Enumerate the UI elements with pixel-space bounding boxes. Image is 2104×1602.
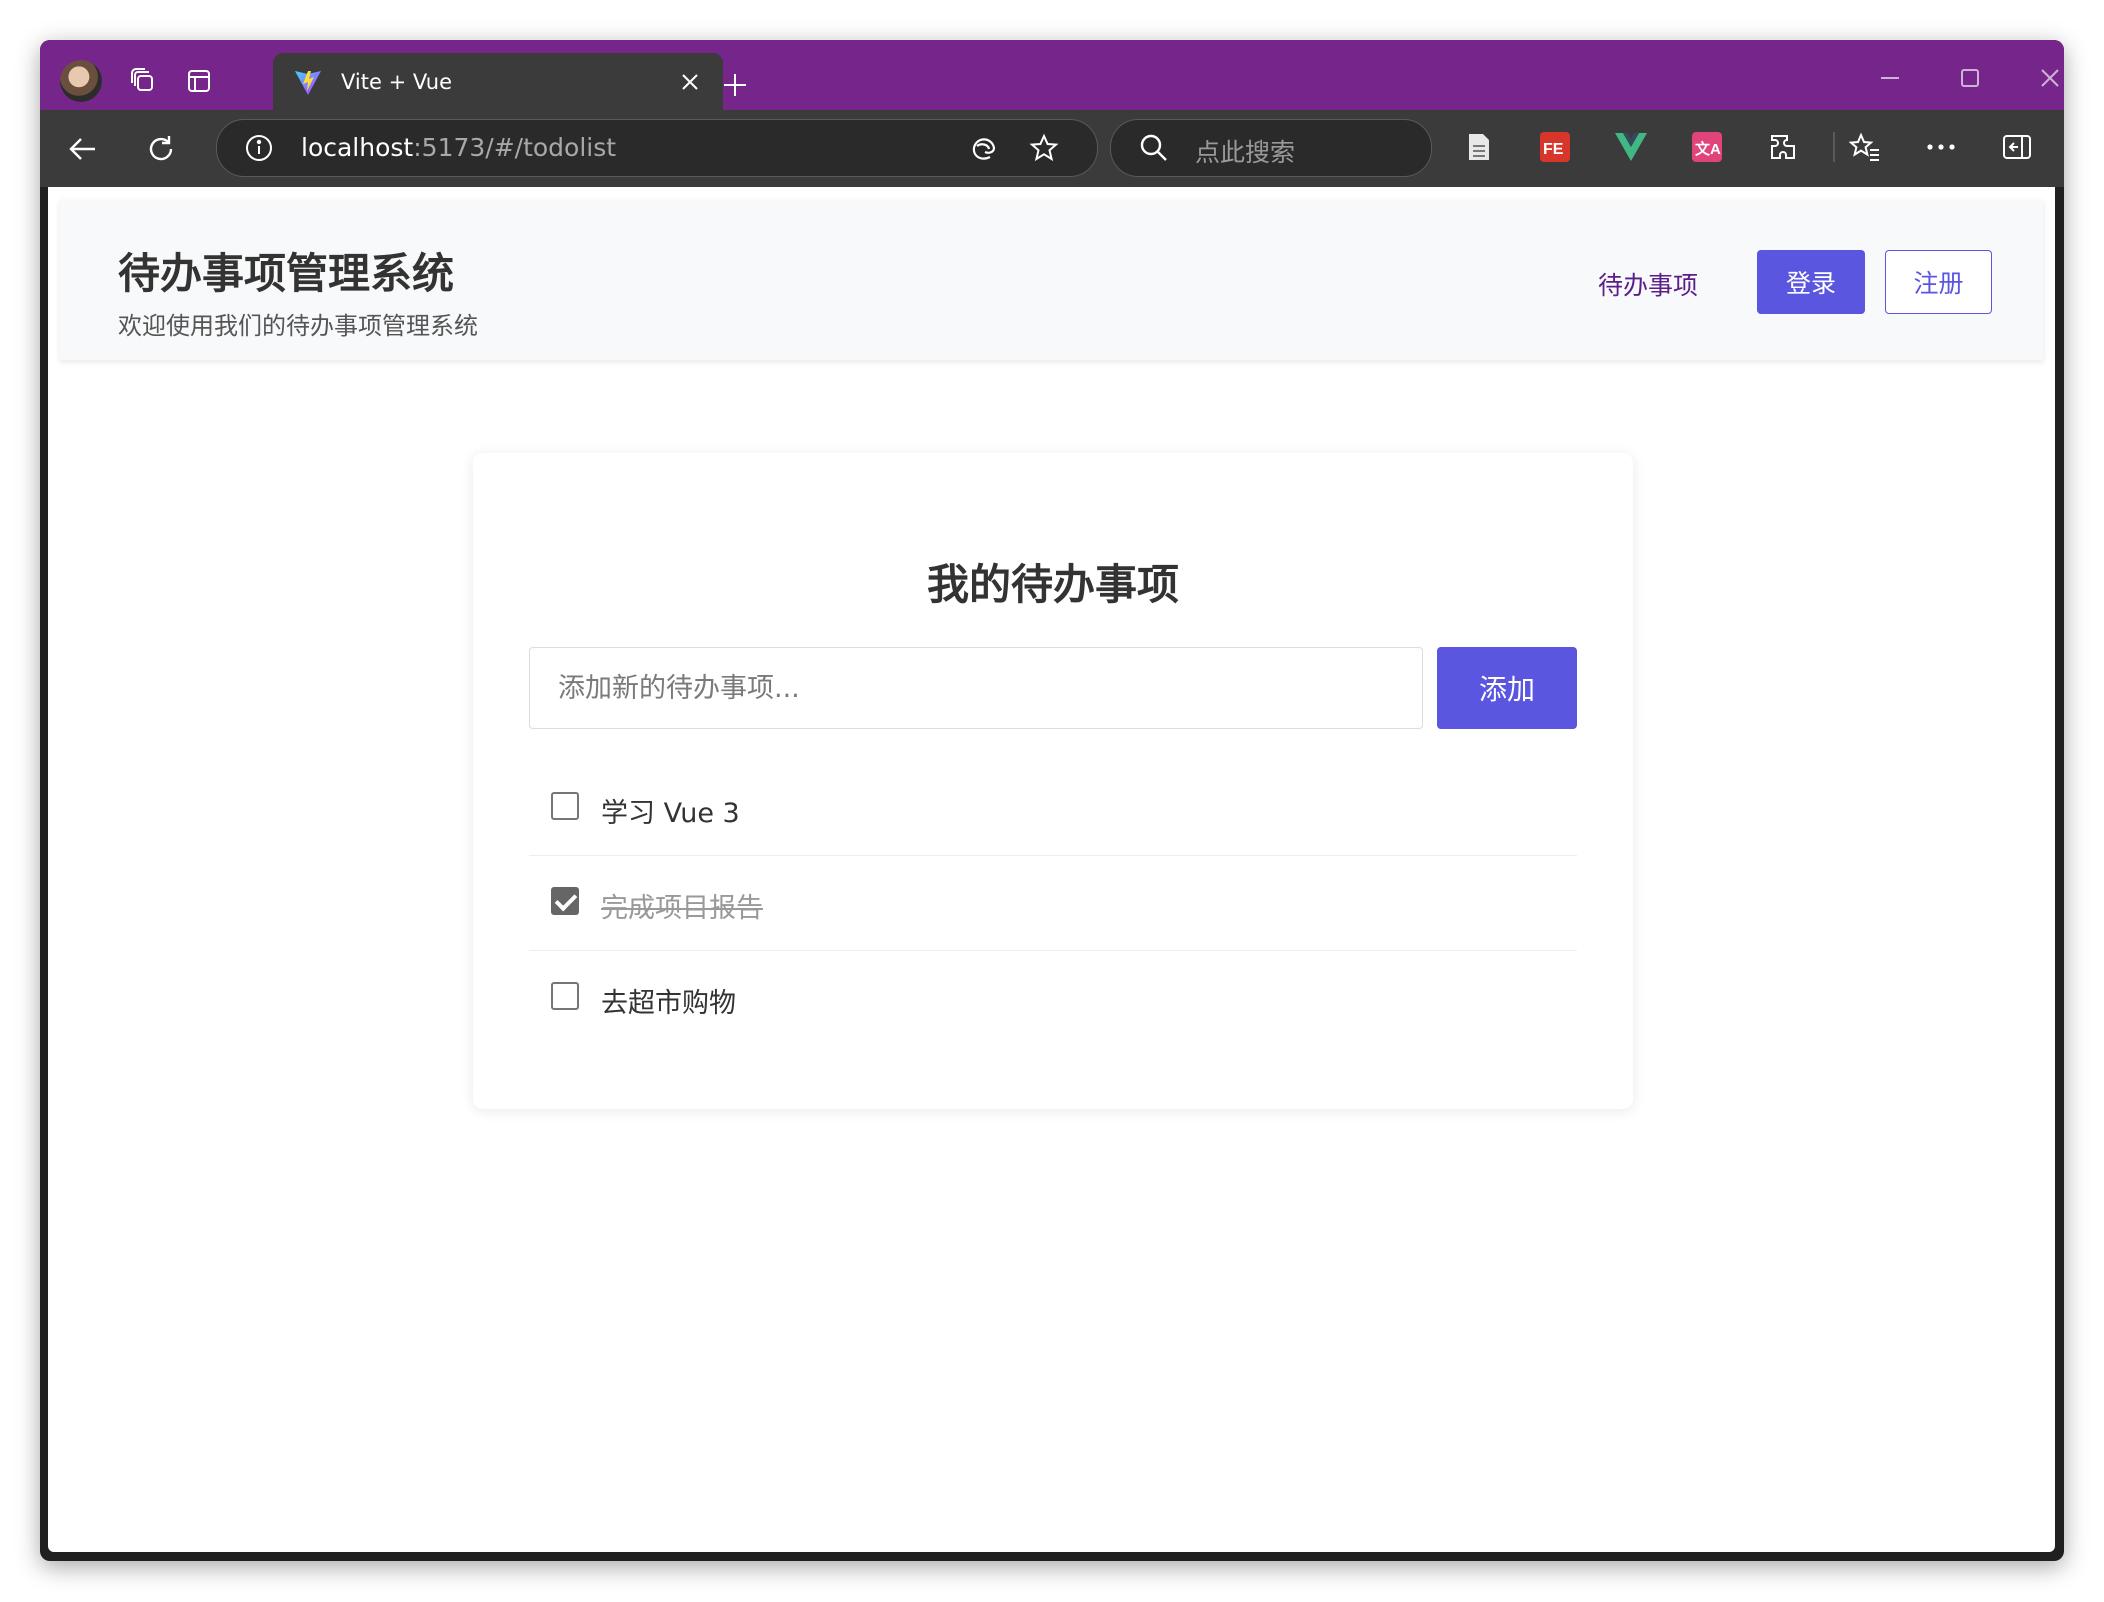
maximize-icon[interactable] (1950, 58, 1990, 98)
page-viewport: 待办事项管理系统 欢迎使用我们的待办事项管理系统 待办事项 登录 注册 我的待办… (48, 187, 2055, 1552)
app-title: 待办事项管理系统 (118, 249, 455, 298)
todo-text: 学习 Vue 3 (601, 798, 740, 829)
profile-avatar[interactable] (60, 60, 102, 102)
site-info-icon[interactable] (245, 134, 273, 162)
app-header: 待办事项管理系统 欢迎使用我们的待办事项管理系统 待办事项 登录 注册 (60, 200, 2043, 360)
workspaces-icon[interactable] (128, 66, 158, 96)
url-text[interactable]: localhost:5173/#/todolist (301, 133, 616, 162)
edge-icon[interactable] (969, 133, 999, 163)
todo-card: 我的待办事项 添加 学习 Vue 3 完成项目报告 去超市购物 (473, 453, 1633, 1109)
search-placeholder: 点此搜索 (1195, 138, 1296, 167)
new-todo-input[interactable] (529, 647, 1423, 729)
favorite-star-icon[interactable] (1029, 133, 1059, 163)
todo-item: 去超市购物 (529, 951, 1577, 1045)
nav-link-todos[interactable]: 待办事项 (1598, 266, 1698, 302)
browser-window: Vite + Vue localhost:5173/#/todolist 点此搜… (40, 40, 2064, 1561)
search-icon (1140, 134, 1167, 161)
tab-active[interactable]: Vite + Vue (273, 53, 723, 110)
search-box[interactable]: 点此搜索 (1110, 119, 1432, 177)
minimize-icon[interactable] (1870, 58, 1910, 98)
todo-title: 我的待办事项 (926, 560, 1179, 609)
address-bar[interactable]: localhost:5173/#/todolist (216, 119, 1098, 177)
url-host: localhost (301, 133, 414, 162)
todo-checkbox[interactable] (551, 982, 579, 1010)
todo-item: 学习 Vue 3 (529, 761, 1577, 856)
fe-extension-icon[interactable]: FE (1538, 130, 1572, 164)
register-button[interactable]: 注册 (1885, 250, 1992, 314)
todo-item: 完成项目报告 (529, 856, 1577, 951)
reading-view-icon[interactable] (1462, 130, 1496, 164)
todo-checkbox[interactable] (551, 887, 579, 915)
vite-icon (295, 70, 321, 95)
todo-text: 完成项目报告 (601, 893, 763, 924)
browser-toolbar: localhost:5173/#/todolist 点此搜索 FE 文A (40, 110, 2064, 187)
new-tab-icon[interactable] (712, 62, 758, 108)
close-window-icon[interactable] (2030, 58, 2064, 98)
extensions-icon[interactable] (1766, 130, 1800, 164)
favorites-icon[interactable] (1848, 130, 1882, 164)
add-todo-button[interactable]: 添加 (1437, 647, 1577, 729)
todo-text: 去超市购物 (601, 988, 736, 1019)
login-button[interactable]: 登录 (1757, 250, 1865, 314)
url-path: :5173/#/todolist (413, 133, 617, 162)
translate-icon[interactable]: 文A (1690, 130, 1724, 164)
todo-checkbox[interactable] (551, 792, 579, 820)
refresh-icon[interactable] (140, 128, 182, 170)
sidebar-toggle-icon[interactable] (2000, 130, 2034, 164)
back-icon[interactable] (62, 128, 104, 170)
tab-bar: Vite + Vue (40, 40, 2064, 110)
close-tab-icon[interactable] (675, 67, 705, 97)
more-options-icon[interactable] (1924, 130, 1958, 164)
todo-list: 学习 Vue 3 完成项目报告 去超市购物 (529, 761, 1577, 1045)
tab-title: Vite + Vue (341, 69, 453, 94)
svg-text:文A: 文A (1695, 140, 1721, 158)
app-subtitle: 欢迎使用我们的待办事项管理系统 (118, 312, 478, 340)
vertical-tabs-icon[interactable] (184, 66, 214, 96)
vue-devtools-icon[interactable] (1614, 130, 1648, 164)
toolbar-separator (1833, 132, 1835, 162)
svg-text:FE: FE (1543, 141, 1564, 158)
